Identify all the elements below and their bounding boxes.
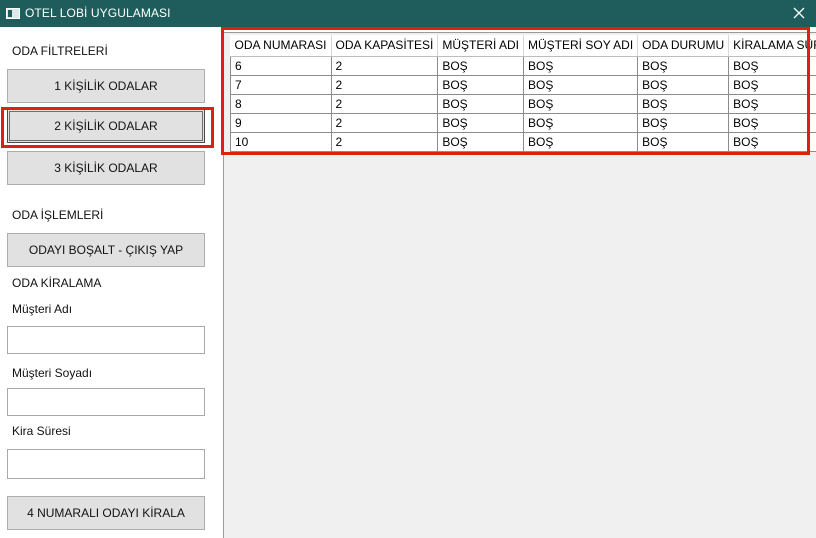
table-cell[interactable]: BOŞ [523, 112, 639, 133]
customer-surname-label: Müşteri Soyadı [12, 366, 93, 380]
table-cell[interactable]: 8 [230, 93, 332, 114]
column-header[interactable]: KİRALAMA SÜRESİ [728, 35, 816, 57]
window-icon [6, 8, 20, 19]
column-header[interactable]: MÜŞTERİ SOY ADI [523, 35, 639, 57]
table-cell[interactable]: BOŞ [728, 93, 816, 114]
operations-heading: ODA İŞLEMLERİ [12, 208, 104, 222]
table-cell[interactable]: 2 [330, 112, 439, 133]
customer-name-input[interactable] [7, 326, 205, 354]
table-cell[interactable]: BOŞ [728, 74, 816, 95]
table-cell[interactable]: 2 [330, 93, 439, 114]
main-window: ODA FİLTRELERİ 1 KİŞİLİK ODALAR 2 KİŞİLİ… [0, 27, 816, 538]
rental-period-input[interactable] [7, 449, 205, 479]
filter-3-person-button[interactable]: 3 KİŞİLİK ODALAR [7, 151, 205, 185]
filter-1-person-button[interactable]: 1 KİŞİLİK ODALAR [7, 69, 205, 103]
table-cell[interactable]: 9 [230, 112, 332, 133]
table-cell[interactable]: 2 [330, 131, 439, 152]
customer-name-label: Müşteri Adı [12, 302, 73, 316]
table-cell[interactable]: BOŞ [637, 55, 730, 76]
table-cell[interactable]: BOŞ [437, 112, 525, 133]
table-cell[interactable]: 7 [230, 74, 332, 95]
column-header[interactable]: MÜŞTERİ ADI [437, 35, 525, 57]
table-cell[interactable]: BOŞ [437, 74, 525, 95]
customer-surname-input[interactable] [7, 388, 205, 416]
table-cell[interactable]: 6 [230, 55, 332, 76]
filter-2-person-button[interactable]: 2 KİŞİLİK ODALAR [7, 109, 205, 143]
table-row[interactable]: 8 2 BOŞ BOŞ BOŞ BOŞ [230, 93, 816, 114]
table-cell[interactable]: BOŞ [637, 131, 730, 152]
filters-heading: ODA FİLTRELERİ [12, 44, 108, 58]
table-cell[interactable]: 2 [330, 55, 439, 76]
table-row[interactable]: 6 2 BOŞ BOŞ BOŞ BOŞ [230, 55, 816, 76]
table-cell[interactable]: BOŞ [523, 55, 639, 76]
checkout-button[interactable]: ODAYI BOŞALT - ÇIKIŞ YAP [7, 233, 205, 267]
table-cell[interactable]: BOŞ [437, 131, 525, 152]
table-cell[interactable]: BOŞ [437, 93, 525, 114]
rental-heading: ODA KİRALAMA [12, 276, 102, 290]
table-cell[interactable]: BOŞ [728, 55, 816, 76]
table-cell[interactable]: BOŞ [523, 131, 639, 152]
table-cell[interactable]: 10 [230, 131, 332, 152]
table-cell[interactable]: BOŞ [637, 93, 730, 114]
rooms-grid[interactable]: ODA NUMARASI ODA KAPASİTESİ MÜŞTERİ ADI … [230, 35, 816, 152]
grid-header-row: ODA NUMARASI ODA KAPASİTESİ MÜŞTERİ ADI … [230, 35, 816, 57]
close-icon [793, 7, 805, 19]
table-cell[interactable]: 2 [330, 74, 439, 95]
title-bar: OTEL LOBİ UYGULAMASI [0, 0, 816, 27]
table-cell[interactable]: BOŞ [523, 74, 639, 95]
rent-room-button[interactable]: 4 NUMARALI ODAYI KİRALA [7, 496, 205, 530]
table-cell[interactable]: BOŞ [728, 112, 816, 133]
table-cell[interactable]: BOŞ [523, 93, 639, 114]
table-row[interactable]: 7 2 BOŞ BOŞ BOŞ BOŞ [230, 74, 816, 95]
table-cell[interactable]: BOŞ [728, 131, 816, 152]
rental-period-label: Kira Süresi [12, 424, 71, 438]
table-row[interactable]: 9 2 BOŞ BOŞ BOŞ BOŞ [230, 112, 816, 133]
column-header[interactable]: ODA DURUMU [637, 35, 730, 57]
table-cell[interactable]: BOŞ [637, 112, 730, 133]
rooms-grid-panel: ODA NUMARASI ODA KAPASİTESİ MÜŞTERİ ADI … [223, 32, 816, 538]
window-title: OTEL LOBİ UYGULAMASI [25, 6, 171, 20]
table-cell[interactable]: BOŞ [437, 55, 525, 76]
table-cell[interactable]: BOŞ [637, 74, 730, 95]
table-row[interactable]: 10 2 BOŞ BOŞ BOŞ BOŞ [230, 131, 816, 152]
column-header[interactable]: ODA KAPASİTESİ [331, 35, 439, 57]
close-button[interactable] [788, 2, 810, 24]
column-header[interactable]: ODA NUMARASI [230, 35, 332, 57]
